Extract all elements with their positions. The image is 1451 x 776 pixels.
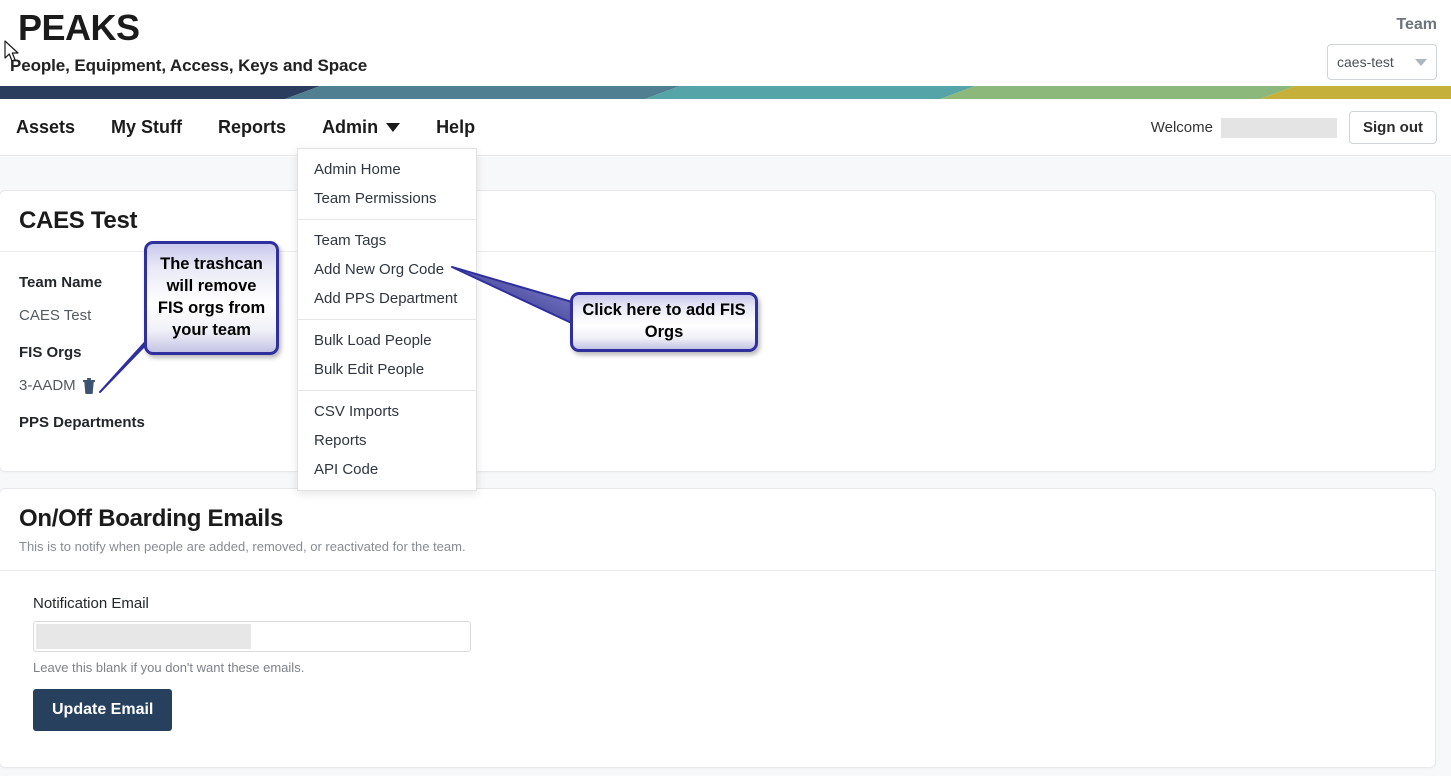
admin-menu-item-reports[interactable]: Reports [298, 426, 476, 455]
admin-menu-item-add-new-org-code[interactable]: Add New Org Code [298, 255, 476, 284]
email-card-subtitle: This is to notify when people are added,… [19, 539, 1416, 554]
user-name-redacted [1221, 118, 1337, 138]
notification-email-help: Leave this blank if you don't want these… [33, 660, 1416, 675]
callout-add-fis-orgs: Click here to add FIS Orgs [570, 292, 758, 352]
pps-departments-label: PPS Departments [19, 414, 1416, 431]
nav-item-label: Assets [16, 117, 75, 138]
app-page: PEAKS People, Equipment, Access, Keys an… [0, 0, 1451, 776]
chevron-down-icon [386, 123, 400, 132]
email-value-redacted [36, 624, 251, 649]
main-navbar: Assets My Stuff Reports Admin Help Welco… [0, 99, 1451, 156]
page-title: PEAKS [18, 10, 140, 46]
team-select[interactable]: caes-test [1327, 44, 1437, 80]
nav-item-label: Reports [218, 117, 286, 138]
team-label: Team [1396, 16, 1437, 34]
callout-trashcan-text: The trashcan will remove FIS orgs from y… [153, 254, 270, 341]
welcome-text: Welcome [1151, 119, 1213, 136]
onoff-boarding-emails-card: On/Off Boarding Emails This is to notify… [0, 488, 1436, 768]
admin-menu-item-admin-home[interactable]: Admin Home [298, 155, 476, 184]
team-card-title: CAES Test [19, 207, 1416, 235]
admin-menu-item-bulk-load-people[interactable]: Bulk Load People [298, 326, 476, 355]
callout-add-fis-orgs-text: Click here to add FIS Orgs [579, 300, 749, 344]
nav-item-reports[interactable]: Reports [200, 99, 304, 156]
brand-tagline: People, Equipment, Access, Keys and Spac… [10, 56, 367, 76]
admin-menu-item-bulk-edit-people[interactable]: Bulk Edit People [298, 355, 476, 384]
nav-item-label: Help [436, 117, 475, 138]
masthead: PEAKS People, Equipment, Access, Keys an… [0, 0, 1451, 86]
admin-menu-item-add-pps-department[interactable]: Add PPS Department [298, 284, 476, 313]
notification-email-label: Notification Email [33, 595, 1416, 612]
admin-menu-item-team-permissions[interactable]: Team Permissions [298, 184, 476, 213]
admin-menu-item-api-code[interactable]: API Code [298, 455, 476, 484]
chevron-down-icon [1415, 59, 1427, 66]
nav-item-label: Admin [322, 117, 378, 138]
nav-user-area: Welcome Sign out [1151, 99, 1437, 156]
admin-menu-item-csv-imports[interactable]: CSV Imports [298, 397, 476, 426]
nav-item-assets[interactable]: Assets [16, 99, 93, 156]
email-card-header: On/Off Boarding Emails This is to notify… [0, 489, 1435, 571]
email-card-body: Notification Email Leave this blank if y… [0, 571, 1435, 741]
brand-gradient-stripe [0, 86, 1451, 99]
email-card-title: On/Off Boarding Emails [19, 505, 1416, 533]
callout-trashcan: The trashcan will remove FIS orgs from y… [144, 241, 279, 355]
fis-org-value: 3-AADM [19, 377, 76, 394]
trash-icon[interactable] [82, 378, 96, 394]
team-select-value: caes-test [1337, 54, 1394, 70]
update-email-button[interactable]: Update Email [33, 689, 172, 731]
menu-divider [298, 319, 476, 320]
fis-org-row: 3-AADM [19, 377, 1416, 394]
nav-item-my-stuff[interactable]: My Stuff [93, 99, 200, 156]
sign-out-button[interactable]: Sign out [1349, 111, 1437, 144]
admin-dropdown-menu: Admin Home Team Permissions Team Tags Ad… [297, 148, 477, 491]
menu-divider [298, 219, 476, 220]
menu-divider [298, 390, 476, 391]
nav-item-label: My Stuff [111, 117, 182, 138]
admin-menu-item-team-tags[interactable]: Team Tags [298, 226, 476, 255]
notification-email-input[interactable] [33, 621, 471, 652]
